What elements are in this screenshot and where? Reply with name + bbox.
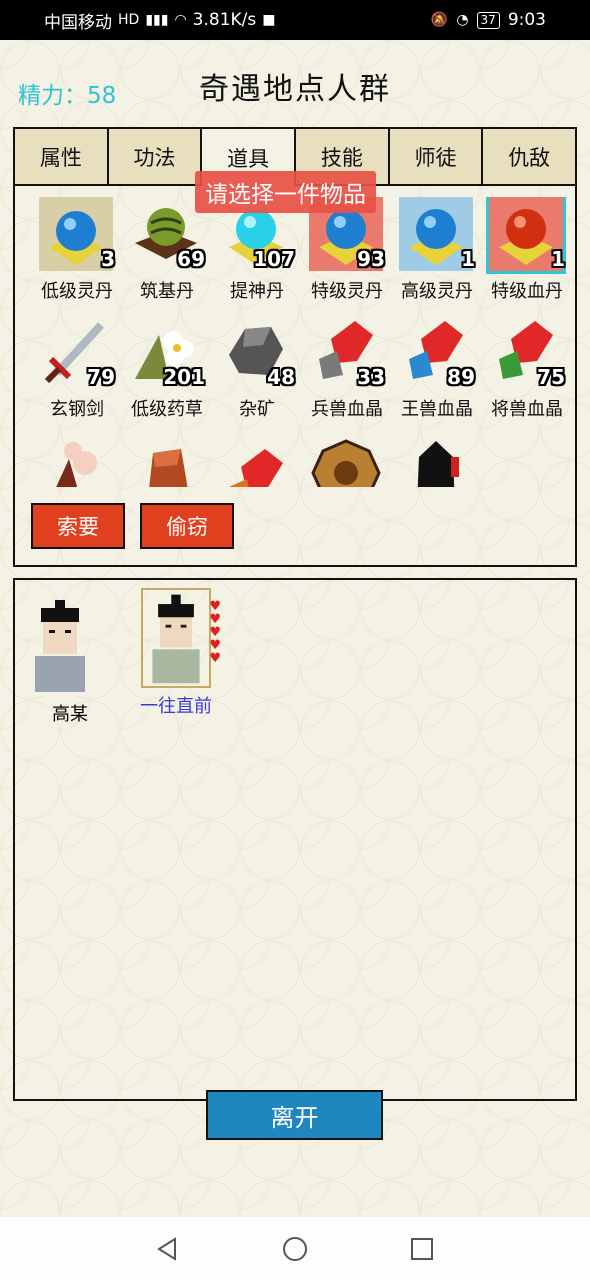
tab-mentorship[interactable]: 师徒 — [389, 129, 484, 186]
item-name: 兵兽血晶 — [311, 399, 383, 420]
item-name: 将兽血晶 — [491, 399, 563, 420]
home-icon[interactable] — [281, 1235, 309, 1263]
npc-yiwangzhiqian[interactable]: ♥ ♥ ♥ ♥ ♥ 一往直前 — [131, 588, 221, 718]
item-slot[interactable]: 93 特级灵丹 — [303, 197, 393, 307]
toast-message: 请选择一件物品 — [195, 171, 376, 213]
item-slot[interactable]: 75 将兽血晶 — [483, 315, 573, 425]
system-nav-bar — [0, 1217, 590, 1280]
npc-portrait — [152, 594, 200, 684]
battery-icon: 37 — [476, 11, 500, 29]
speedometer-icon: ◔ — [456, 12, 469, 28]
item-slot[interactable]: 89 王兽血晶 — [393, 315, 483, 425]
tab-enemies[interactable]: 仇敌 — [483, 129, 576, 186]
black-robe-icon — [417, 441, 459, 487]
hd-icon: HD — [118, 12, 140, 28]
back-icon[interactable] — [155, 1236, 181, 1262]
npc-gao[interactable]: 高某 — [25, 596, 115, 726]
heart-icons: ♥ ♥ ♥ ♥ ♥ — [209, 599, 221, 666]
item-slot[interactable]: 48 杂矿 — [213, 315, 303, 425]
item-name: 低级药草 — [131, 399, 203, 420]
item-count: 3 — [101, 247, 115, 271]
item-name: 筑基丹 — [140, 281, 194, 302]
item-slot[interactable]: 201 低级药草 — [123, 315, 213, 425]
item-slot[interactable]: 1 高级灵丹 — [393, 197, 483, 307]
item-name: 杂矿 — [239, 399, 275, 420]
game-screen: 精力：58 奇遇地点人群 属性 功法 道具 技能 师徒 仇敌 3 低级灵丹 69… — [0, 40, 590, 1217]
item-slot[interactable] — [213, 433, 303, 487]
item-count: 89 — [447, 365, 475, 389]
demand-button[interactable]: 索要 — [31, 503, 125, 549]
steal-button[interactable]: 偷窃 — [140, 503, 234, 549]
npc-name: 高某 — [52, 704, 88, 725]
item-slot[interactable]: 33 兵兽血晶 — [303, 315, 393, 425]
item-slot[interactable]: 3 低级灵丹 — [33, 197, 123, 307]
item-grid: 3 低级灵丹 69 筑基丹 107 提神丹 93 特级灵丹 1 高级灵丹 1 特… — [33, 197, 573, 487]
item-name: 高级灵丹 — [401, 281, 473, 302]
crowd-panel: 高某 ♥ ♥ ♥ ♥ ♥ 一往直前 — [13, 578, 577, 1101]
item-name: 王兽血晶 — [401, 399, 473, 420]
item-slot[interactable] — [303, 433, 393, 487]
page-title: 奇遇地点人群 — [199, 72, 391, 107]
npc-portrait — [35, 600, 85, 692]
item-name: 玄钢剑 — [50, 399, 104, 420]
signal-icon: ▮▮▮ — [145, 12, 169, 28]
item-slot[interactable]: 107 提神丹 — [213, 197, 303, 307]
leave-button[interactable]: 离开 — [206, 1090, 383, 1140]
item-count: 1 — [551, 247, 565, 271]
item-count: 33 — [357, 365, 385, 389]
item-slot[interactable] — [33, 433, 123, 487]
item-count: 79 — [87, 365, 115, 389]
item-slot-selected[interactable]: 1 特级血丹 — [483, 197, 573, 307]
clock: 9:03 — [507, 10, 546, 30]
mute-icon: 🔕 — [430, 12, 449, 28]
carrier-label: 中国移动 — [44, 12, 112, 33]
item-count: 107 — [253, 247, 295, 271]
flower-herb-icon — [56, 442, 97, 487]
compass-bagua-icon — [311, 439, 381, 487]
item-count: 1 — [461, 247, 475, 271]
npc-portrait-frame: ♥ ♥ ♥ ♥ ♥ — [141, 588, 221, 688]
npc-name: 一往直前 — [140, 696, 212, 717]
tab-attributes[interactable]: 属性 — [15, 129, 109, 186]
leather-bag-icon — [149, 449, 188, 487]
item-name: 低级灵丹 — [41, 281, 113, 302]
status-bar: 中国移动 HD ▮▮▮ ◠ 3.81K/s ■ 🔕 ◔ 37 9:03 — [0, 0, 590, 40]
item-count: 201 — [163, 365, 205, 389]
item-count: 75 — [537, 365, 565, 389]
video-icon: ■ — [262, 12, 276, 28]
recents-icon[interactable] — [409, 1236, 435, 1262]
item-slot[interactable] — [123, 433, 213, 487]
item-name: 特级灵丹 — [311, 281, 383, 302]
tab-skills-arts[interactable]: 功法 — [108, 129, 203, 186]
item-slot[interactable] — [393, 433, 483, 487]
item-count: 69 — [177, 247, 205, 271]
wifi-icon: ◠ — [174, 12, 187, 28]
item-name: 特级血丹 — [491, 281, 563, 302]
item-slot[interactable]: 69 筑基丹 — [123, 197, 213, 307]
item-count: 93 — [357, 247, 385, 271]
blood-crystal-orange-icon — [229, 449, 283, 487]
network-speed: 3.81K/s — [192, 10, 257, 30]
item-name: 提神丹 — [230, 281, 284, 302]
item-slot[interactable]: 79 玄钢剑 — [33, 315, 123, 425]
item-count: 48 — [267, 365, 295, 389]
